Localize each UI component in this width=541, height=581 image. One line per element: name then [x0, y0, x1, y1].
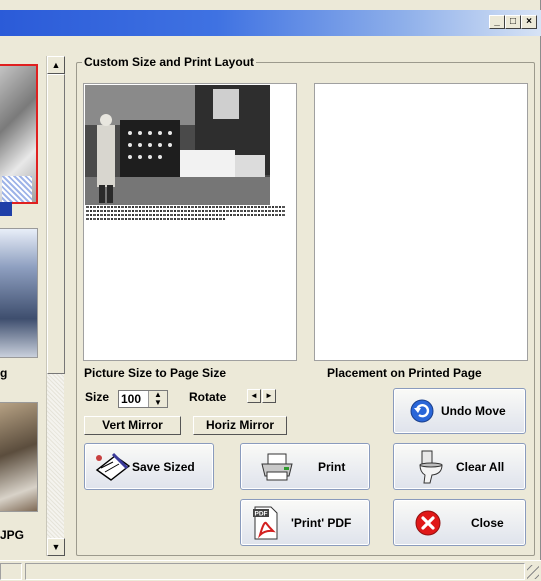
thumbnail-3[interactable] — [0, 402, 38, 512]
preview-photo[interactable] — [85, 85, 270, 205]
printer-icon — [261, 453, 293, 480]
size-label: Size — [85, 390, 110, 404]
rotate-left-icon: ◄ — [250, 391, 258, 400]
save-sized-button[interactable]: Save Sized — [84, 443, 214, 490]
title-bar: _ □ × — [0, 10, 541, 36]
group-title: Custom Size and Print Layout — [82, 55, 257, 69]
clear-all-label: Clear All — [456, 459, 505, 474]
undo-move-button[interactable]: Undo Move — [393, 388, 526, 434]
picture-size-caption: Picture Size to Page Size — [84, 366, 227, 380]
svg-text:PDF: PDF — [255, 510, 268, 517]
thumbnail-selected[interactable] — [0, 64, 38, 204]
preview-caption-lines — [86, 206, 286, 222]
spinner-arrows-icon[interactable]: ▲ ▼ — [148, 391, 167, 407]
scroll-thumb[interactable] — [47, 74, 65, 374]
print-label: Print — [318, 459, 346, 474]
save-sized-icon — [95, 452, 131, 481]
thumbnail-3-label: JPG — [0, 528, 25, 542]
thumbnail-selection-marker — [0, 202, 12, 216]
toilet-icon — [419, 450, 443, 483]
clear-all-button[interactable]: Clear All — [393, 443, 526, 490]
rotate-label: Rotate — [189, 390, 227, 404]
close-icon — [415, 510, 441, 535]
thumbnail-2-label: g — [0, 366, 8, 380]
scroll-down-button[interactable]: ▼ — [47, 538, 65, 556]
undo-icon — [410, 399, 434, 423]
rotate-right-icon: ► — [265, 391, 273, 400]
status-bar — [0, 560, 541, 581]
size-value: 100 — [121, 392, 142, 406]
print-pdf-label: 'Print' PDF — [291, 515, 352, 530]
scroll-down-icon: ▼ — [51, 542, 61, 552]
scroll-up-icon: ▲ — [51, 60, 61, 70]
rotate-right-button[interactable]: ► — [262, 389, 276, 403]
minimize-button[interactable]: _ — [489, 15, 505, 29]
placement-caption: Placement on Printed Page — [327, 366, 482, 380]
save-sized-label: Save Sized — [132, 459, 195, 474]
picture-preview-panel[interactable] — [83, 83, 297, 361]
scroll-up-button[interactable]: ▲ — [47, 56, 65, 74]
status-pane-1 — [0, 563, 22, 580]
rotate-left-button[interactable]: ◄ — [247, 389, 261, 403]
close-label: Close — [471, 515, 504, 530]
thumbnail-strip: g JPG — [0, 52, 48, 562]
printed-page-panel[interactable] — [314, 83, 528, 361]
status-pane-2 — [25, 563, 525, 580]
undo-move-label: Undo Move — [441, 404, 506, 418]
vert-mirror-button[interactable]: Vert Mirror — [84, 416, 181, 435]
size-spinner[interactable]: 100 ▲ ▼ — [118, 390, 168, 408]
print-pdf-button[interactable]: PDF 'Print' PDF — [240, 499, 370, 546]
thumbnail-scrollbar[interactable]: ▲ ▼ — [46, 56, 65, 556]
pdf-icon: PDF — [253, 506, 278, 539]
thumbnail-2[interactable] — [0, 228, 38, 358]
maximize-button[interactable]: □ — [505, 15, 521, 29]
close-window-button[interactable]: × — [521, 15, 537, 29]
print-button[interactable]: Print — [240, 443, 370, 490]
horiz-mirror-button[interactable]: Horiz Mirror — [193, 416, 287, 435]
resize-grip-icon[interactable] — [527, 565, 539, 579]
close-button[interactable]: Close — [393, 499, 526, 546]
